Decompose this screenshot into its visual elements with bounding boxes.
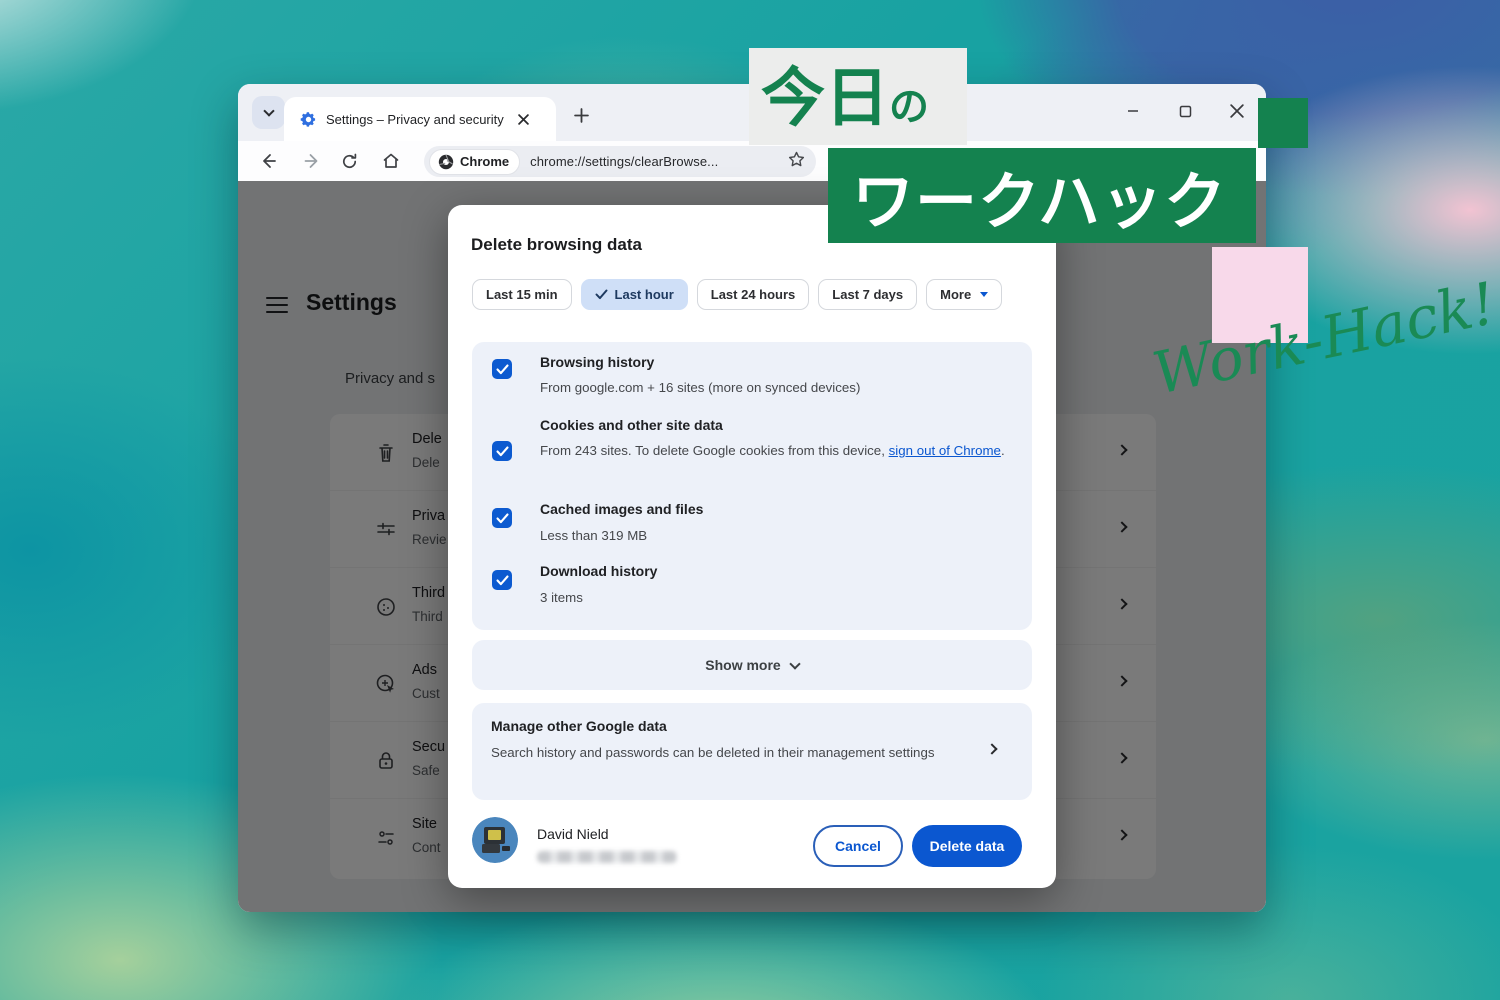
manage-desc: Search history and passwords can be dele… bbox=[491, 741, 953, 765]
minimize-button[interactable] bbox=[1118, 96, 1148, 126]
active-tab[interactable]: Settings – Privacy and security bbox=[284, 97, 556, 141]
chip-more[interactable]: More bbox=[926, 279, 1002, 310]
bookmark-star-icon[interactable] bbox=[787, 150, 806, 174]
badge-kanji: 今日 bbox=[761, 61, 889, 137]
manage-google-data-row[interactable]: Manage other Google data Search history … bbox=[472, 703, 1032, 800]
time-range-chips: Last 15 min Last hour Last 24 hours Last… bbox=[472, 279, 1002, 310]
forward-icon[interactable] bbox=[299, 149, 323, 173]
work-hack-banner: ワークハック bbox=[828, 148, 1256, 243]
home-icon[interactable] bbox=[379, 149, 403, 173]
checkbox-cookies[interactable] bbox=[492, 441, 512, 461]
window-controls bbox=[1118, 96, 1252, 126]
delete-data-button[interactable]: Delete data bbox=[912, 825, 1022, 867]
check-icon bbox=[595, 289, 608, 300]
item-desc: From google.com + 16 sites (more on sync… bbox=[540, 375, 1010, 400]
reload-icon[interactable] bbox=[337, 149, 361, 173]
item-desc: From 243 sites. To delete Google cookies… bbox=[540, 438, 1010, 463]
pink-square-accent bbox=[1212, 247, 1308, 343]
delete-browsing-data-dialog: Delete browsing data Last 15 min Last ho… bbox=[448, 205, 1056, 888]
item-title: Browsing history bbox=[540, 354, 654, 370]
chevron-down-icon bbox=[263, 105, 274, 116]
green-square-accent bbox=[1258, 98, 1308, 148]
tab-search-button[interactable] bbox=[252, 96, 285, 129]
item-title: Cookies and other site data bbox=[540, 417, 723, 433]
item-title: Download history bbox=[540, 563, 657, 579]
url-text: chrome://settings/clearBrowse... bbox=[530, 154, 718, 169]
tab-title: Settings – Privacy and security bbox=[326, 112, 512, 127]
kyou-no-badge: 今日 の bbox=[749, 48, 967, 145]
item-desc: 3 items bbox=[540, 585, 1010, 610]
chevron-down-icon bbox=[789, 658, 800, 669]
banner-text: ワークハック bbox=[852, 151, 1227, 241]
chip-last-hour[interactable]: Last hour bbox=[581, 279, 688, 310]
back-icon[interactable] bbox=[258, 149, 282, 173]
settings-gear-favicon bbox=[300, 111, 317, 128]
user-email-redacted bbox=[537, 851, 677, 863]
data-types-list: Browsing history From google.com + 16 si… bbox=[472, 342, 1032, 630]
cancel-button[interactable]: Cancel bbox=[813, 825, 903, 867]
chip-last-24-hours[interactable]: Last 24 hours bbox=[697, 279, 810, 310]
chip-last-7-days[interactable]: Last 7 days bbox=[818, 279, 917, 310]
checkbox-browsing-history[interactable] bbox=[492, 359, 512, 379]
chrome-chip-label: Chrome bbox=[460, 154, 509, 169]
dropdown-caret-icon bbox=[980, 292, 988, 297]
show-more-label: Show more bbox=[705, 657, 780, 673]
tab-close-icon[interactable] bbox=[514, 110, 532, 128]
chrome-url-chip[interactable]: Chrome bbox=[429, 149, 520, 175]
chrome-logo-icon bbox=[438, 154, 454, 170]
user-name: David Nield bbox=[537, 826, 609, 842]
sign-out-link[interactable]: sign out of Chrome bbox=[889, 443, 1001, 458]
desc-text: From 243 sites. To delete Google cookies… bbox=[540, 443, 889, 458]
close-window-button[interactable] bbox=[1222, 96, 1252, 126]
item-title: Cached images and files bbox=[540, 501, 703, 517]
user-avatar bbox=[472, 817, 518, 863]
chevron-right-icon bbox=[986, 743, 997, 754]
badge-kana: の bbox=[889, 77, 929, 137]
desc-text: . bbox=[1001, 443, 1005, 458]
dialog-title: Delete browsing data bbox=[471, 235, 642, 255]
new-tab-button[interactable] bbox=[569, 103, 593, 127]
checkbox-cached-images[interactable] bbox=[492, 508, 512, 528]
checkbox-download-history[interactable] bbox=[492, 570, 512, 590]
maximize-button[interactable] bbox=[1170, 96, 1200, 126]
item-desc: Less than 319 MB bbox=[540, 523, 1010, 548]
omnibox[interactable]: Chrome chrome://settings/clearBrowse... bbox=[424, 146, 816, 177]
chip-last-15-min[interactable]: Last 15 min bbox=[472, 279, 572, 310]
manage-title: Manage other Google data bbox=[491, 718, 667, 734]
stage: Settings – Privacy and security bbox=[0, 0, 1500, 1000]
show-more-button[interactable]: Show more bbox=[472, 640, 1032, 690]
